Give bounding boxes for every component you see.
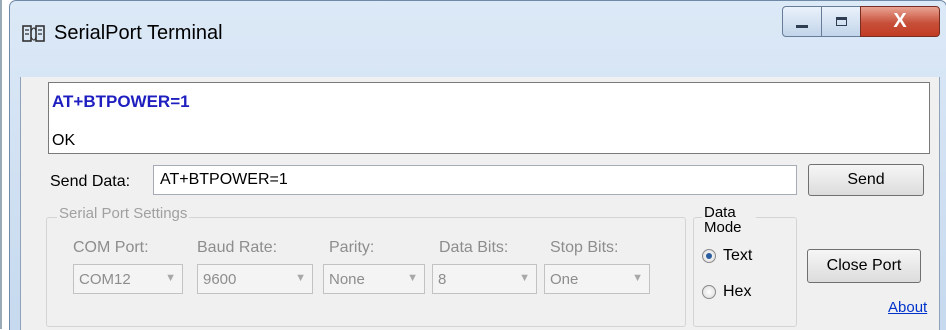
window-title: SerialPort Terminal bbox=[54, 22, 223, 44]
text-mode-radio[interactable] bbox=[702, 249, 716, 263]
title-bar[interactable]: SerialPort Terminal X bbox=[10, 1, 946, 77]
parity-value: None bbox=[329, 271, 365, 288]
app-window: SerialPort Terminal X AT+BTPOWER=1 OK Se… bbox=[9, 0, 946, 330]
parity-select[interactable]: None ▼ bbox=[323, 264, 425, 294]
chevron-down-icon: ▼ bbox=[165, 272, 176, 284]
data-bits-value: 8 bbox=[438, 271, 447, 288]
stop-bits-select[interactable]: One ▼ bbox=[544, 264, 650, 294]
baud-rate-value: 9600 bbox=[203, 271, 237, 288]
data-mode-legend: Data Mode bbox=[702, 205, 756, 235]
serial-port-settings-legend: Serial Port Settings bbox=[57, 205, 190, 222]
com-port-value: COM12 bbox=[79, 271, 131, 288]
text-mode-label: Text bbox=[723, 247, 753, 264]
about-link[interactable]: About bbox=[888, 299, 927, 316]
send-data-input[interactable] bbox=[153, 165, 797, 195]
data-bits-select[interactable]: 8 ▼ bbox=[432, 264, 537, 294]
close-port-button[interactable]: Close Port bbox=[807, 249, 921, 283]
data-bits-label: Data Bits: bbox=[439, 239, 509, 256]
chevron-down-icon: ▼ bbox=[632, 272, 643, 284]
chevron-down-icon: ▼ bbox=[295, 272, 306, 284]
maximize-button[interactable] bbox=[821, 6, 861, 37]
minimize-icon bbox=[796, 25, 808, 28]
output-command-line: AT+BTPOWER=1 bbox=[52, 92, 190, 111]
baud-rate-select[interactable]: 9600 ▼ bbox=[197, 264, 313, 294]
stop-bits-value: One bbox=[550, 271, 579, 288]
minimize-button[interactable] bbox=[782, 6, 822, 37]
output-response-line: OK bbox=[52, 132, 76, 149]
output-textbox[interactable]: AT+BTPOWER=1 OK bbox=[48, 82, 930, 154]
send-data-label: Send Data: bbox=[50, 173, 131, 190]
com-port-label: COM Port: bbox=[73, 239, 149, 256]
com-port-select[interactable]: COM12 ▼ bbox=[73, 264, 183, 294]
close-window-button[interactable]: X bbox=[860, 6, 940, 37]
baud-rate-label: Baud Rate: bbox=[197, 239, 278, 256]
client-area: AT+BTPOWER=1 OK Send Data: Send Serial P… bbox=[20, 77, 940, 330]
close-icon: X bbox=[893, 10, 907, 32]
hex-mode-label: Hex bbox=[723, 283, 752, 300]
serial-port-app-icon bbox=[22, 25, 45, 42]
parity-label: Parity: bbox=[329, 239, 375, 256]
hex-mode-radio[interactable] bbox=[702, 285, 716, 299]
stop-bits-label: Stop Bits: bbox=[550, 239, 619, 256]
background-window-edge bbox=[0, 0, 2, 329]
maximize-icon bbox=[835, 17, 847, 26]
chevron-down-icon: ▼ bbox=[407, 272, 418, 284]
send-button[interactable]: Send bbox=[808, 164, 924, 196]
chevron-down-icon: ▼ bbox=[519, 272, 530, 284]
